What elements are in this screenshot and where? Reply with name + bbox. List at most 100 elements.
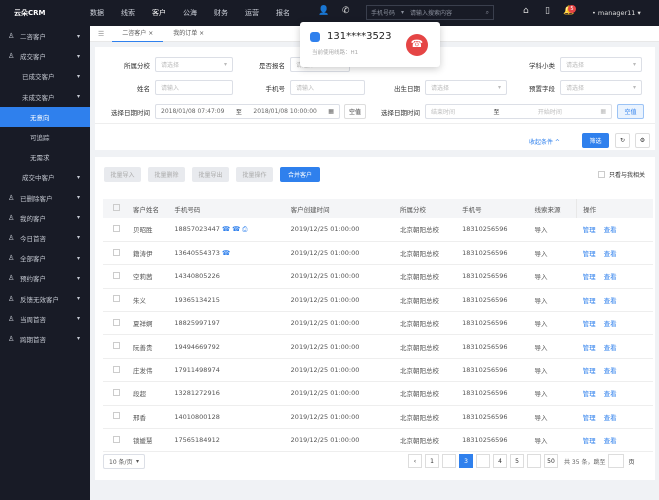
user-icon[interactable]: 👤	[318, 6, 329, 16]
user-menu[interactable]: • manager11 ▾	[592, 9, 641, 17]
view-link[interactable]: 查看	[604, 367, 617, 375]
birth-select[interactable]: 请选择 ▾	[425, 80, 507, 95]
nav-item[interactable]: 线索	[121, 9, 135, 17]
sidebar-item[interactable]: ♙ 预约客户 ▾	[0, 268, 90, 288]
manage-link[interactable]: 管理	[583, 414, 596, 422]
sidebar-item[interactable]: ♙ 我的客户 ▾	[0, 208, 90, 228]
tab-second-consult[interactable]: 二咨客户 ×	[112, 26, 164, 42]
nav-item[interactable]: 运营	[245, 9, 259, 17]
phone-input[interactable]: 请输入	[290, 80, 365, 95]
empty-button-1[interactable]: 空值	[344, 104, 366, 119]
nav-item[interactable]: 客户	[152, 9, 166, 17]
row-checkbox[interactable]	[113, 224, 120, 232]
sidebar-item[interactable]: ♙ 反馈无效客户 ▾	[0, 288, 90, 308]
sidebar-item[interactable]: 已成交客户 ▾	[0, 66, 90, 86]
sidebar-item[interactable]: 可追踪	[0, 127, 90, 147]
batch-action-button[interactable]: 批量导入	[104, 167, 141, 182]
select-all-checkbox[interactable]	[113, 204, 120, 211]
only-mine-checkbox[interactable]: 只看与我相关	[597, 170, 645, 179]
nav-item[interactable]: 财务	[214, 9, 228, 17]
phone-icon[interactable]: ✆	[342, 6, 350, 16]
search-box[interactable]: 手机号码 ▾ 请输入搜索内容 ⌕	[366, 5, 494, 20]
search-input[interactable]: 请输入搜索内容	[410, 8, 452, 17]
refresh-icon[interactable]: ↻	[615, 133, 630, 148]
name-input[interactable]: 请输入	[155, 80, 233, 95]
manage-link[interactable]: 管理	[583, 437, 596, 445]
sidebar-item[interactable]: ♙ 当周首咨 ▾	[0, 309, 90, 329]
view-link[interactable]: 查看	[604, 273, 617, 281]
manage-link[interactable]: 管理	[583, 297, 596, 305]
manage-link[interactable]: 管理	[583, 320, 596, 328]
search-type-select[interactable]: 手机号码	[371, 8, 395, 17]
nav-item[interactable]: 数据	[90, 9, 104, 17]
sidebar-item[interactable]: ♙ 二咨客户 ▾	[0, 26, 90, 46]
row-checkbox[interactable]	[113, 295, 120, 303]
page-button[interactable]: 4	[493, 454, 507, 468]
sidebar-item[interactable]: 无意向	[0, 106, 90, 127]
sidebar-item[interactable]: ♙ 已删除客户 ▾	[0, 188, 90, 208]
page-button[interactable]: 1	[425, 454, 439, 468]
row-checkbox[interactable]	[113, 412, 120, 420]
row-checkbox[interactable]	[113, 435, 120, 443]
collapse-link[interactable]: 收起条件 ^	[529, 137, 560, 146]
filter-button[interactable]: 筛选	[582, 133, 609, 148]
subject-select[interactable]: 请选择 ▾	[560, 57, 642, 72]
hangup-button[interactable]: ☎	[406, 34, 428, 56]
merge-customer-button[interactable]: 合并客户	[280, 167, 320, 182]
sidebar-item[interactable]: 未成交客户 ▾	[0, 87, 90, 107]
call-icons[interactable]: ☎ ☎ ⎙	[222, 225, 248, 233]
manage-link[interactable]: 管理	[583, 367, 596, 375]
tab-my-orders[interactable]: 我的订单 ×	[163, 26, 214, 42]
row-checkbox[interactable]	[113, 248, 120, 256]
page-button[interactable]	[527, 454, 541, 468]
manage-link[interactable]: 管理	[583, 390, 596, 398]
home-icon[interactable]: ⌂	[523, 6, 529, 16]
nav-item[interactable]: 报名	[276, 9, 290, 17]
batch-action-button[interactable]: 批量导出	[192, 167, 229, 182]
manage-link[interactable]: 管理	[583, 250, 596, 258]
jump-input[interactable]	[608, 454, 625, 468]
view-link[interactable]: 查看	[604, 437, 617, 445]
row-checkbox[interactable]	[113, 318, 120, 326]
sidebar-item[interactable]: ♙ 全部客户 ▾	[0, 248, 90, 268]
preset-select[interactable]: 请选择 ▾	[560, 80, 642, 95]
datetime-range-2[interactable]: 结束时间至开始时间 ▦	[425, 104, 612, 119]
sidebar-item[interactable]: 无需求	[0, 147, 90, 167]
sidebar-item[interactable]: ♙ 跨期首咨 ▾	[0, 329, 90, 349]
branch-select[interactable]: 请选择 ▾	[155, 57, 233, 72]
sidebar-item[interactable]: ♙ 成交客户 ▾	[0, 46, 90, 66]
view-link[interactable]: 查看	[604, 297, 617, 305]
empty-button-2[interactable]: 空值	[617, 104, 644, 119]
batch-action-button[interactable]: 批量删除	[148, 167, 185, 182]
nav-item[interactable]: 公海	[183, 9, 197, 17]
menu-icon[interactable]: ☰	[90, 30, 112, 38]
row-checkbox[interactable]	[113, 271, 120, 279]
datetime-range-1[interactable]: 2018/01/08 07:47:09 至 2018/01/08 10:00:00 ▦	[155, 104, 340, 119]
manage-link[interactable]: 管理	[583, 273, 596, 281]
row-checkbox[interactable]	[113, 342, 120, 350]
row-checkbox[interactable]	[113, 388, 120, 396]
batch-action-button[interactable]: 批量操作	[236, 167, 273, 182]
settings-icon[interactable]: ⚙	[635, 133, 650, 148]
page-button[interactable]	[442, 454, 456, 468]
search-icon[interactable]: ⌕	[486, 9, 489, 17]
page-button[interactable]: 5	[510, 454, 524, 468]
view-link[interactable]: 查看	[604, 344, 617, 352]
page-button[interactable]: 3	[459, 454, 473, 468]
view-link[interactable]: 查看	[604, 320, 617, 328]
view-link[interactable]: 查看	[604, 226, 617, 234]
manage-link[interactable]: 管理	[583, 226, 596, 234]
view-link[interactable]: 查看	[604, 390, 617, 398]
mobile-icon[interactable]: ▯	[545, 6, 550, 16]
row-checkbox[interactable]	[113, 365, 120, 373]
prev-page-button[interactable]: ‹	[408, 454, 422, 468]
view-link[interactable]: 查看	[604, 414, 617, 422]
manage-link[interactable]: 管理	[583, 344, 596, 352]
page-button[interactable]: 50	[544, 454, 558, 468]
page-size-select[interactable]: 10 条/页 ▾	[103, 454, 145, 469]
call-icon[interactable]: ☎	[222, 249, 230, 257]
sidebar-item[interactable]: ♙ 今日首咨 ▾	[0, 228, 90, 248]
page-button[interactable]	[476, 454, 490, 468]
view-link[interactable]: 查看	[604, 250, 617, 258]
sidebar-item[interactable]: 成交中客户 ▾	[0, 167, 90, 187]
